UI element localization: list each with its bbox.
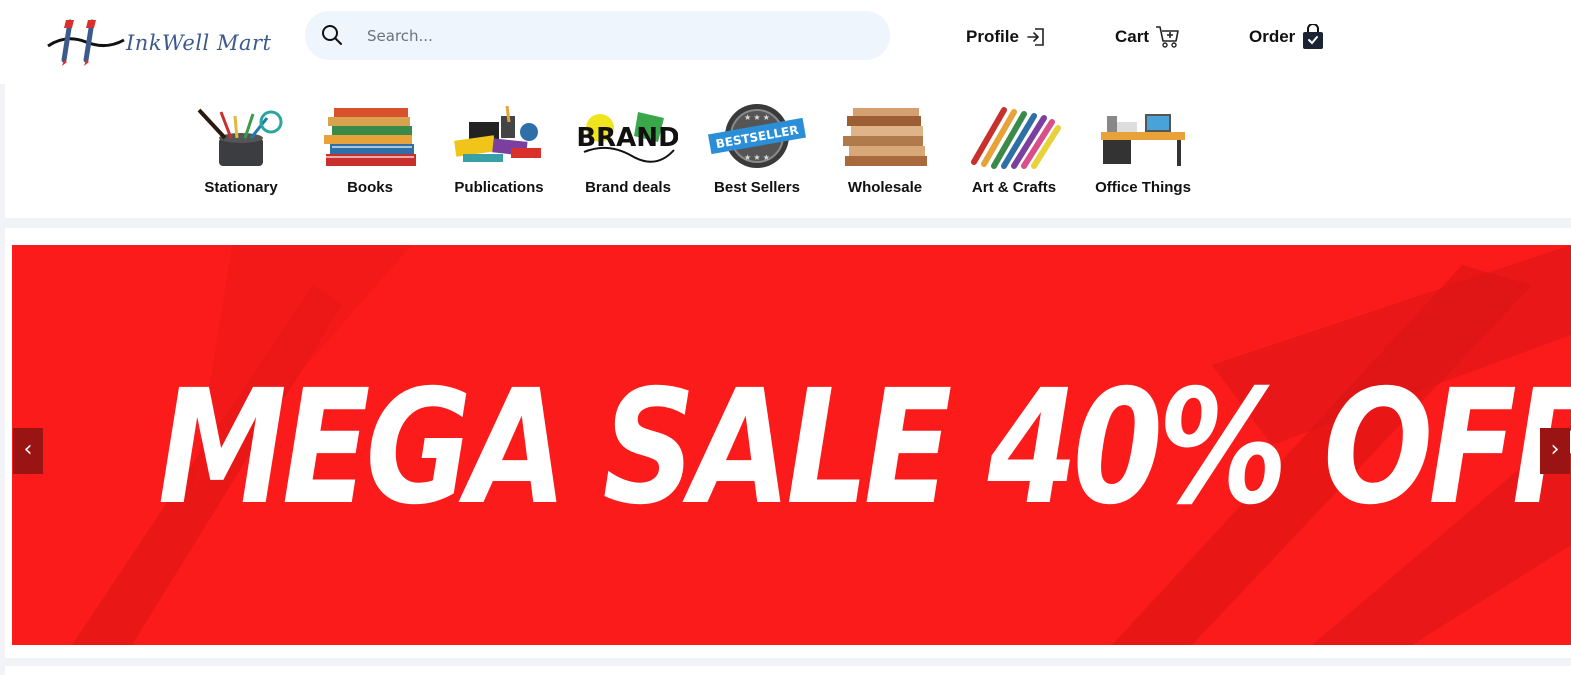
publications-image <box>454 105 541 162</box>
svg-text:★ ★ ★: ★ ★ ★ <box>744 153 770 162</box>
search-icon[interactable] <box>320 23 344 47</box>
login-icon <box>1027 28 1044 46</box>
office-image <box>1101 114 1185 166</box>
category-books[interactable]: Books <box>315 102 425 196</box>
top-header: InkWell Mart Profile Cart Order <box>0 0 1571 84</box>
bestseller-badge-image: BESTSELLER ★ ★ ★ ★ ★ ★ <box>707 104 807 168</box>
profile-link[interactable]: Profile <box>966 22 1047 52</box>
order-link[interactable]: Order <box>1249 22 1325 52</box>
shopping-bag-check-icon <box>1303 24 1324 49</box>
category-label: Brand deals <box>585 179 671 196</box>
category-strip: Stationary Books Publications BRAND Bran… <box>5 84 1571 218</box>
carousel-next-button[interactable]: › <box>1540 428 1570 474</box>
cart-label: Cart <box>1115 27 1150 46</box>
order-label: Order <box>1249 27 1296 46</box>
svg-text:★ ★ ★: ★ ★ ★ <box>744 113 770 122</box>
books-image <box>324 108 416 166</box>
category-brand-deals[interactable]: BRAND Brand deals <box>573 102 683 196</box>
category-label: Publications <box>454 179 544 196</box>
search-input[interactable] <box>367 24 867 48</box>
stationary-image <box>197 108 283 166</box>
brand-name: InkWell Mart <box>126 31 272 55</box>
category-label: Books <box>347 179 393 196</box>
search-bar[interactable] <box>305 11 890 60</box>
profile-label: Profile <box>966 27 1019 46</box>
category-office-things[interactable]: Office Things <box>1088 102 1198 196</box>
next-section-edge <box>5 666 1571 675</box>
hero-carousel: MEGA SALE 40% OFF ‹ › <box>5 228 1571 658</box>
category-stationary[interactable]: Stationary <box>186 102 296 196</box>
wholesale-image <box>843 108 927 166</box>
brand-image: BRAND <box>578 112 678 163</box>
category-best-sellers[interactable]: BESTSELLER ★ ★ ★ ★ ★ ★ Best Sellers <box>702 102 812 196</box>
promo-banner[interactable]: MEGA SALE 40% OFF <box>12 245 1571 645</box>
category-publications[interactable]: Publications <box>444 102 554 196</box>
cart-plus-icon <box>1156 26 1179 48</box>
banner-headline: MEGA SALE 40% OFF <box>157 356 1571 540</box>
category-label: Office Things <box>1095 179 1191 196</box>
logo-mark-icon <box>47 19 125 66</box>
carousel-prev-button[interactable]: ‹ <box>13 428 43 474</box>
category-art-crafts[interactable]: Art & Crafts <box>959 102 1069 196</box>
brand-logo[interactable]: InkWell Mart <box>46 16 271 68</box>
category-wholesale[interactable]: Wholesale <box>830 102 940 196</box>
cart-link[interactable]: Cart <box>1115 22 1181 52</box>
art-crafts-image <box>971 107 1061 169</box>
category-label: Wholesale <box>847 179 923 196</box>
category-label: Stationary <box>204 179 278 196</box>
category-label: Best Sellers <box>714 179 800 196</box>
category-label: Art & Crafts <box>971 179 1057 196</box>
